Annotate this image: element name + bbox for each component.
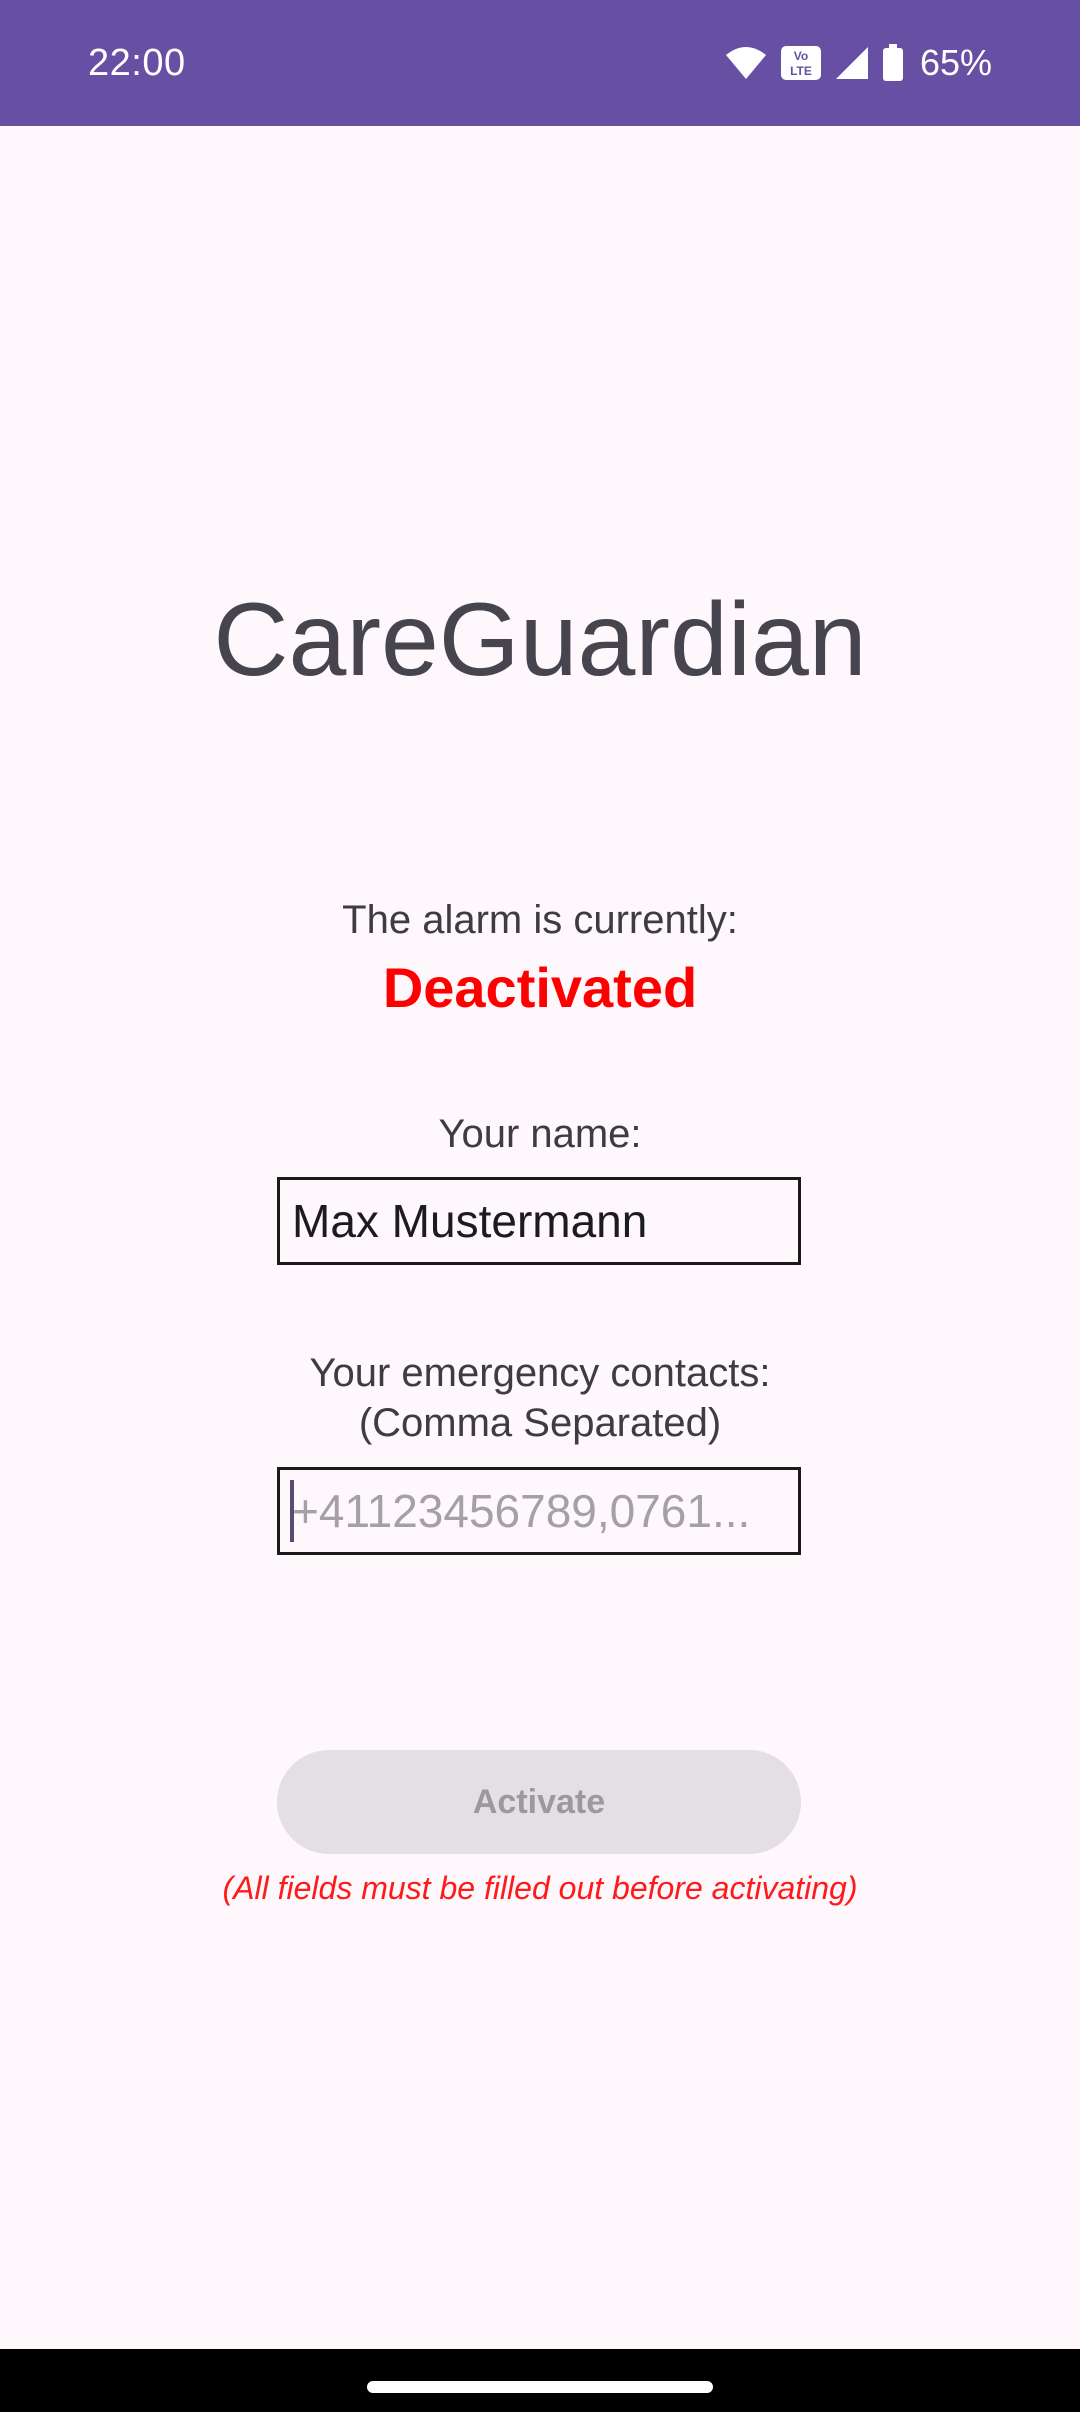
cell-signal-icon	[835, 47, 868, 79]
name-label: Your name:	[438, 1112, 642, 1156]
volte-icon: Vo LTE	[780, 46, 821, 80]
battery-icon	[882, 44, 903, 81]
contacts-input[interactable]	[277, 1467, 801, 1555]
validation-hint: (All fields must be filled out before ac…	[222, 1870, 858, 1906]
alarm-status-label: The alarm is currently:	[342, 898, 738, 942]
status-icons: Vo LTE 65%	[724, 38, 992, 88]
activate-button[interactable]: Activate	[277, 1750, 801, 1854]
contacts-label: Your emergency contacts: (Comma Separate…	[0, 1348, 1080, 1448]
battery-percent: 65%	[919, 42, 992, 83]
contacts-label-line1: Your emergency contacts:	[309, 1351, 771, 1395]
status-time: 22:00	[88, 42, 186, 84]
alarm-status-value: Deactivated	[382, 956, 698, 1019]
app-title: CareGuardian	[213, 582, 867, 698]
status-bar: 22:00 Vo LTE 65%	[0, 0, 1080, 126]
text-cursor	[290, 1480, 294, 1542]
wifi-icon	[725, 47, 766, 79]
contacts-label-line2: (Comma Separated)	[358, 1401, 722, 1445]
name-input[interactable]	[277, 1177, 801, 1265]
svg-text:LTE: LTE	[790, 64, 812, 78]
home-indicator[interactable]	[367, 2381, 713, 2393]
svg-text:Vo: Vo	[794, 49, 808, 63]
